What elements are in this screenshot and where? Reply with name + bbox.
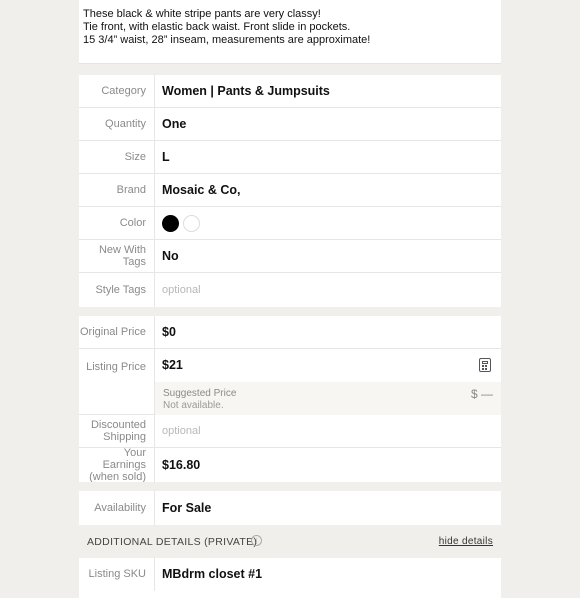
suggested-price-label: Suggested Price bbox=[163, 388, 237, 399]
quantity-row[interactable]: Quantity One bbox=[79, 108, 501, 141]
earnings-row: Your Earnings (when sold) $16.80 bbox=[79, 447, 501, 483]
size-value[interactable]: L bbox=[162, 141, 493, 173]
hide-details-link[interactable]: hide details bbox=[439, 536, 493, 547]
color-row[interactable]: Color bbox=[79, 207, 501, 240]
discounted-shipping-row[interactable]: Discounted Shipping optional bbox=[79, 415, 501, 448]
size-label: Size bbox=[79, 141, 155, 173]
category-value[interactable]: Women | Pants & Jumpsuits bbox=[162, 75, 493, 107]
size-row[interactable]: Size L bbox=[79, 141, 501, 174]
sku-value[interactable]: MBdrm closet #1 bbox=[162, 558, 493, 591]
discounted-shipping-input[interactable]: optional bbox=[162, 415, 493, 447]
color-swatch-black[interactable] bbox=[162, 214, 179, 232]
listing-price-value[interactable]: $21 bbox=[162, 349, 493, 381]
brand-value[interactable]: Mosaic & Co, bbox=[162, 174, 493, 206]
category-label: Category bbox=[79, 75, 155, 107]
color-label: Color bbox=[79, 207, 155, 239]
availability-section: Availability For Sale bbox=[79, 491, 501, 525]
additional-details-header: ADDITIONAL DETAILS (PRIVATE) i hide deta… bbox=[79, 525, 501, 558]
section-gap bbox=[79, 482, 501, 491]
quantity-value[interactable]: One bbox=[162, 108, 493, 140]
additional-details-heading: ADDITIONAL DETAILS (PRIVATE) bbox=[87, 536, 258, 548]
quantity-label: Quantity bbox=[79, 108, 155, 140]
pricing-section: Original Price $0 Listing Price $21 Sugg… bbox=[79, 316, 501, 483]
listing-price-label: Listing Price bbox=[79, 349, 155, 414]
availability-value[interactable]: For Sale bbox=[162, 491, 493, 525]
suggested-price-value: $ — bbox=[470, 387, 493, 401]
original-price-value[interactable]: $0 bbox=[162, 316, 493, 348]
section-gap bbox=[79, 307, 501, 316]
brand-label: Brand bbox=[79, 174, 155, 206]
discounted-shipping-label: Discounted Shipping bbox=[79, 415, 155, 447]
info-icon[interactable]: i bbox=[251, 535, 262, 546]
description-line: These black & white stripe pants are ver… bbox=[83, 8, 321, 20]
description-line: Tie front, with elastic back waist. Fron… bbox=[83, 21, 351, 33]
color-swatches[interactable] bbox=[162, 207, 493, 239]
style-tags-row[interactable]: Style Tags optional bbox=[79, 273, 501, 307]
original-price-row[interactable]: Original Price $0 bbox=[79, 316, 501, 349]
section-gap bbox=[79, 64, 501, 75]
availability-row[interactable]: Availability For Sale bbox=[79, 491, 501, 525]
original-price-label: Original Price bbox=[79, 316, 155, 348]
sku-section: Listing SKU MBdrm closet #1 bbox=[79, 558, 501, 598]
color-swatch-white[interactable] bbox=[183, 214, 200, 232]
new-with-tags-row[interactable]: New With Tags No bbox=[79, 240, 501, 273]
listing-form: These black & white stripe pants are ver… bbox=[79, 0, 501, 598]
sku-row[interactable]: Listing SKU MBdrm closet #1 bbox=[79, 558, 501, 591]
calculator-icon[interactable] bbox=[479, 358, 491, 372]
earnings-value: $16.80 bbox=[162, 458, 201, 472]
brand-row[interactable]: Brand Mosaic & Co, bbox=[79, 174, 501, 207]
new-with-tags-label: New With Tags bbox=[79, 240, 155, 272]
details-section: Category Women | Pants & Jumpsuits Quant… bbox=[79, 75, 501, 307]
style-tags-label: Style Tags bbox=[79, 273, 155, 307]
sku-label: Listing SKU bbox=[79, 558, 155, 591]
suggested-price-box: Suggested Price Not available. $ — bbox=[155, 382, 501, 415]
suggested-price-status: Not available. bbox=[163, 400, 224, 411]
earnings-label: Your Earnings (when sold) bbox=[79, 447, 155, 483]
availability-label: Availability bbox=[79, 491, 155, 525]
description-line: 15 3/4” waist, 28” inseam, measurements … bbox=[83, 34, 371, 46]
description-box[interactable]: These black & white stripe pants are ver… bbox=[79, 0, 501, 64]
listing-price-row[interactable]: Listing Price $21 Suggested Price Not av… bbox=[79, 349, 501, 415]
style-tags-input[interactable]: optional bbox=[162, 273, 493, 307]
category-row[interactable]: Category Women | Pants & Jumpsuits bbox=[79, 75, 501, 108]
new-with-tags-value[interactable]: No bbox=[162, 240, 493, 272]
